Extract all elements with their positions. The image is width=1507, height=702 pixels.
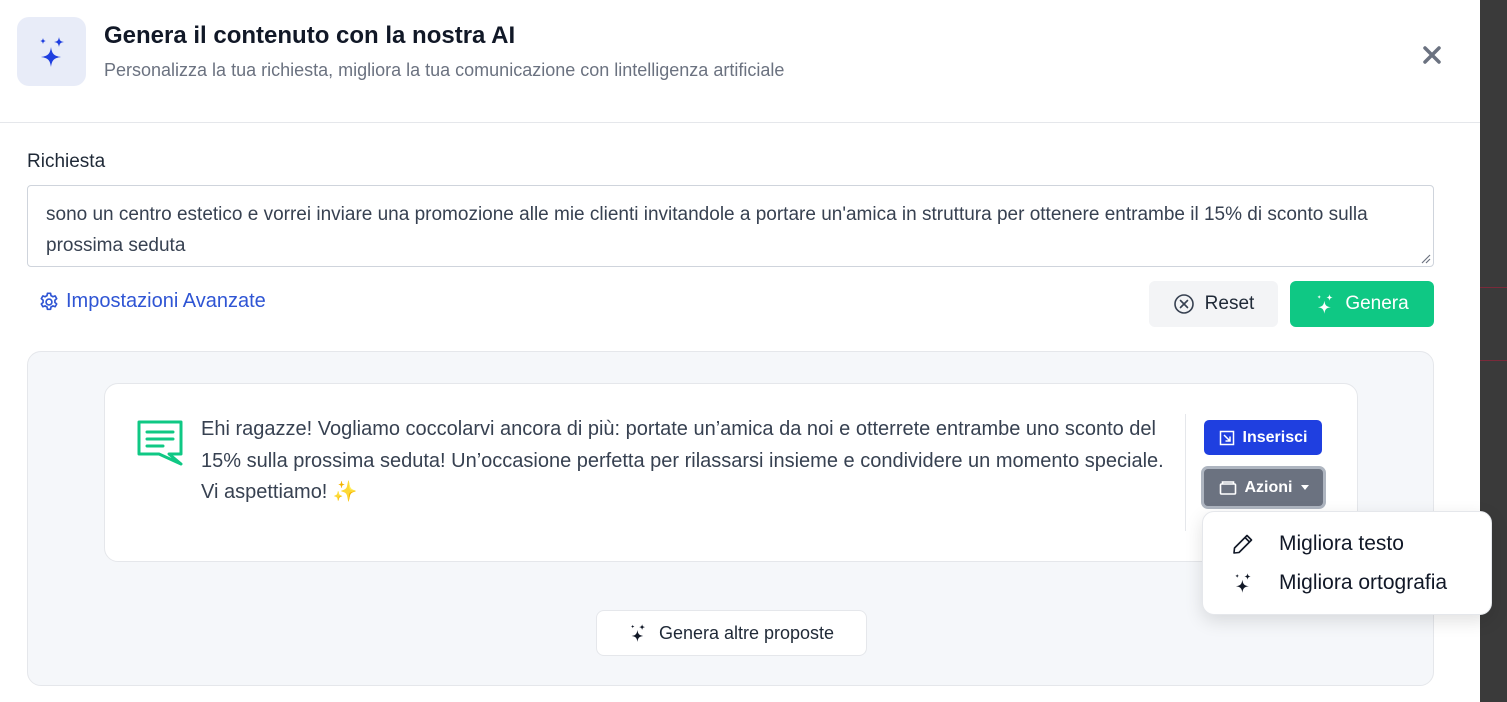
insert-button[interactable]: Inserisci (1204, 420, 1322, 455)
sparkles-icon (1317, 294, 1334, 314)
modal-title: Genera il contenuto con la nostra AI (104, 22, 516, 49)
resize-handle-icon[interactable] (1419, 252, 1431, 264)
reset-x-circle-icon (1173, 294, 1194, 314)
modal-header: Genera il contenuto con la nostra AI Per… (0, 0, 1480, 123)
advanced-settings-link[interactable]: Impostazioni Avanzate (38, 290, 266, 313)
request-label: Richiesta (27, 151, 106, 172)
gear-icon (40, 291, 58, 310)
menu-item-label: Migliora ortografia (1279, 571, 1448, 594)
request-textarea[interactable]: sono un centro estetico e vorrei inviare… (27, 185, 1434, 267)
chat-bubble-icon (137, 420, 183, 466)
chevron-down-icon (1300, 485, 1309, 490)
generate-more-label: Genera altre proposte (658, 622, 835, 643)
close-icon[interactable] (1417, 40, 1447, 70)
actions-label: Azioni (1244, 478, 1293, 496)
generate-label: Genera (1345, 293, 1409, 314)
insert-label: Inserisci (1242, 428, 1308, 446)
generate-button[interactable]: Genera (1290, 281, 1434, 327)
generate-more-button[interactable]: Genera altre proposte (596, 610, 867, 656)
backdrop-divider (1480, 287, 1507, 288)
sparkles-icon (17, 17, 86, 86)
actions-dropdown-button[interactable]: Azioni (1201, 466, 1326, 509)
modal-subtitle: Personalizza la tua richiesta, migliora … (104, 60, 785, 80)
result-card: Ehi ragazze! Vogliamo coccolarvi ancora … (104, 383, 1358, 562)
request-text: sono un centro estetico e vorrei inviare… (46, 204, 1368, 256)
sparkles-icon (630, 624, 645, 642)
reset-button[interactable]: Reset (1149, 281, 1278, 327)
card-divider (1185, 414, 1186, 531)
reset-label: Reset (1204, 293, 1255, 314)
menu-item-improve-text[interactable]: Migliora testo (1203, 525, 1493, 563)
menu-item-label: Migliora testo (1279, 532, 1404, 555)
sparkles-icon (1231, 571, 1255, 595)
menu-item-improve-spelling[interactable]: Migliora ortografia (1203, 564, 1493, 602)
actions-dropdown-menu: Migliora testo Migliora ortografia (1202, 511, 1492, 615)
insert-icon (1219, 430, 1234, 445)
pencil-icon (1231, 532, 1255, 556)
backdrop-divider (1480, 360, 1507, 361)
folder-icon (1219, 480, 1236, 495)
advanced-settings-label: Impostazioni Avanzate (66, 290, 266, 312)
result-text: Ehi ragazze! Vogliamo coccolarvi ancora … (201, 418, 1164, 503)
